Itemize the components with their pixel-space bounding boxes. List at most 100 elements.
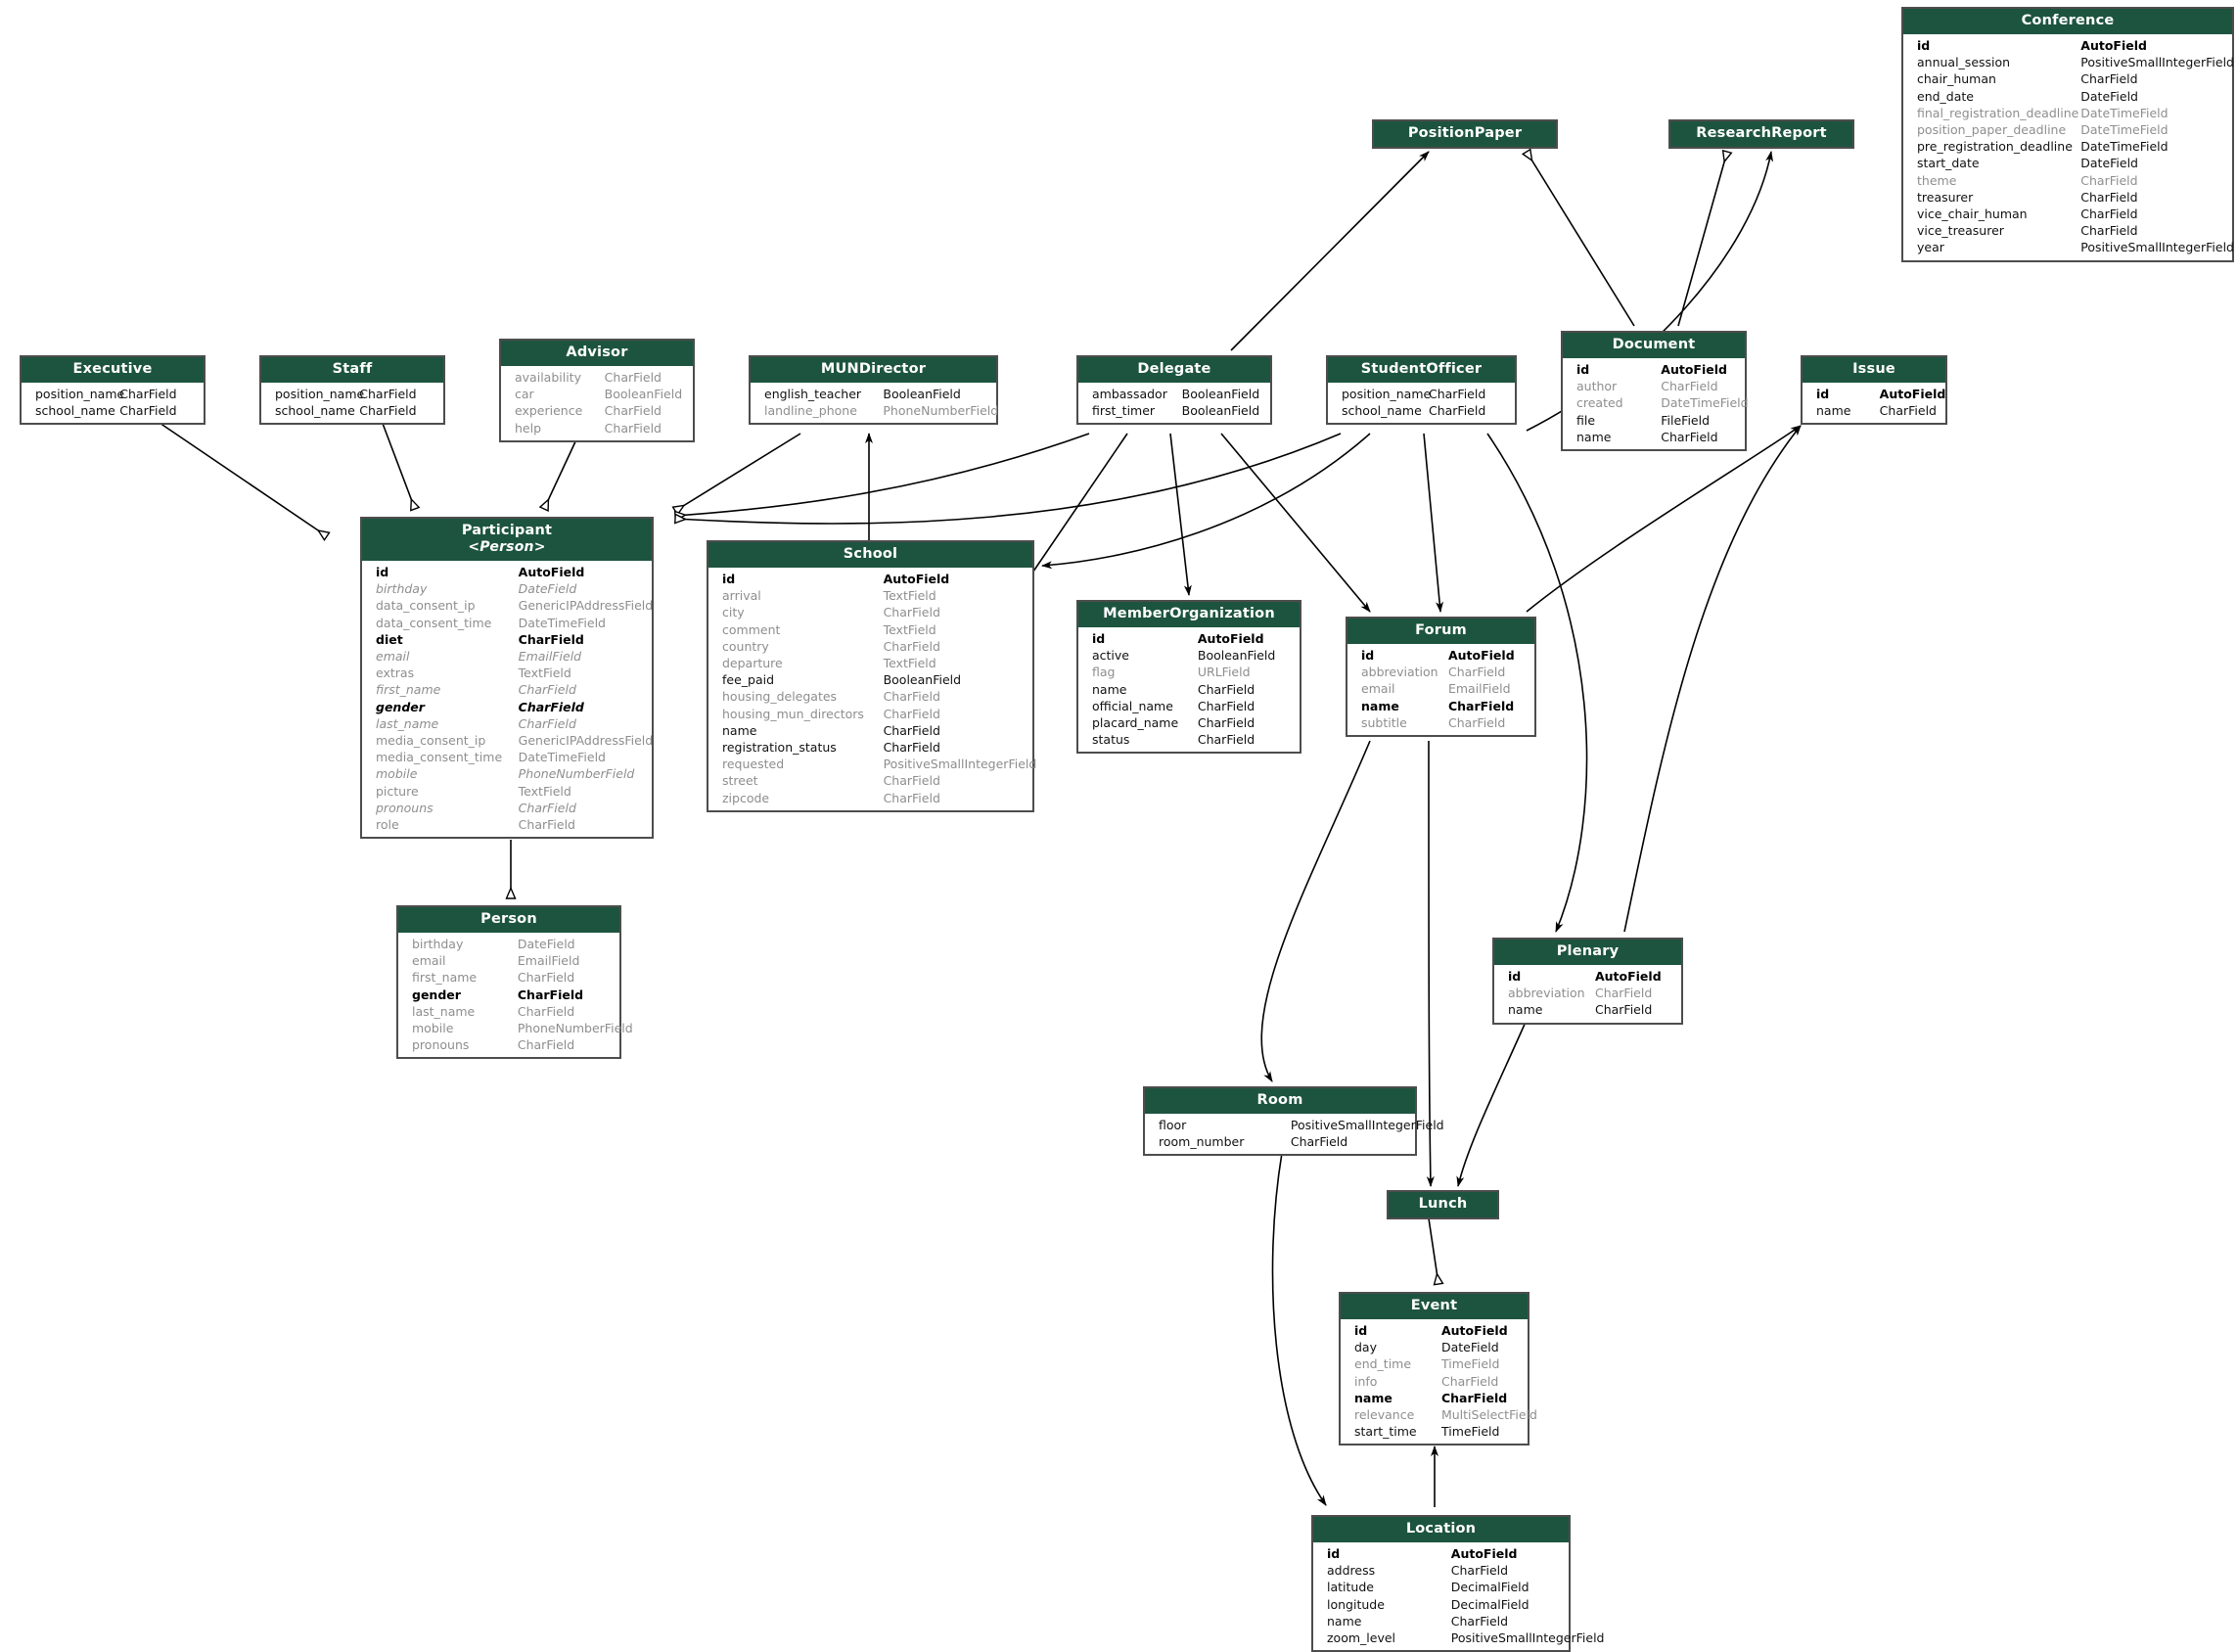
entity-lunch[interactable]: Lunch <box>1387 1190 1499 1219</box>
field-name: departure <box>722 656 783 671</box>
field-type: DateTimeField <box>518 615 606 630</box>
field-row: mobile PhoneNumberField <box>398 1020 633 1036</box>
entity-executive[interactable]: Executive position_name CharField school_na… <box>20 355 205 426</box>
entity-title-staff: Staff <box>261 357 443 383</box>
field-name: position_name <box>35 387 125 401</box>
field-name: street <box>722 773 758 789</box>
field-row: gender CharField <box>398 987 619 1003</box>
field-type: CharField <box>359 387 417 401</box>
field-type: AutoField <box>2080 38 2147 53</box>
relation-plenary-to-issue <box>1623 425 1802 933</box>
field-row: position_name CharField <box>22 386 204 402</box>
field-row: name CharField <box>1341 1390 1528 1406</box>
field-row: status CharField <box>1078 731 1300 748</box>
entity-researchreport[interactable]: ResearchReport <box>1668 119 1854 149</box>
field-row: name CharField <box>1563 429 1745 445</box>
field-row: email EmailField <box>362 648 652 665</box>
field-name: first_name <box>376 682 441 698</box>
field-type: AutoField <box>1440 1323 1508 1338</box>
field-row: position_name CharField <box>261 386 443 402</box>
entity-location[interactable]: Location id AutoField address CharField latit… <box>1311 1515 1605 1652</box>
field-row: year PositiveSmallIntegerField <box>1903 239 2234 255</box>
field-type: PositiveSmallIntegerField <box>883 757 1037 772</box>
field-name: city <box>722 605 745 620</box>
field-name: year <box>1917 240 1944 255</box>
entity-school[interactable]: School id AutoField arrival TextField city Cha… <box>707 540 1037 812</box>
entity-event[interactable]: Event id AutoField day DateField end_time Time… <box>1339 1292 1537 1446</box>
field-type: DecimalField <box>1450 1596 1529 1612</box>
field-name: name <box>1816 403 1851 419</box>
entity-document[interactable]: Document id AutoField author CharField create… <box>1561 331 1749 452</box>
field-row: city CharField <box>708 604 1032 620</box>
field-type: AutoField <box>1197 631 1264 646</box>
field-row: file FileField <box>1563 412 1745 429</box>
field-row: active BooleanField <box>1078 647 1300 664</box>
entity-title-location: Location <box>1313 1517 1569 1542</box>
field-name: english_teacher <box>764 387 862 401</box>
field-type: AutoField <box>883 572 950 586</box>
field-type: PositiveSmallIntegerField <box>2080 55 2234 70</box>
field-row: last_name CharField <box>362 715 652 732</box>
entity-positionpaper[interactable]: PositionPaper <box>1372 119 1558 149</box>
field-row: abbreviation CharField <box>1347 664 1534 680</box>
field-name: data_consent_time <box>376 615 492 630</box>
field-type: CharField <box>1197 715 1255 731</box>
field-type: CharField <box>518 800 576 815</box>
field-row: annual_session PositiveSmallIntegerField <box>1903 54 2234 70</box>
field-type: CharField <box>1428 403 1486 419</box>
entity-title-participant: Participant <Person> <box>362 519 652 561</box>
field-type: CharField <box>1879 403 1937 419</box>
field-type: CharField <box>1661 379 1718 394</box>
entity-title-executive: Executive <box>22 357 204 383</box>
field-name: day <box>1354 1340 1377 1355</box>
field-type: DateTimeField <box>2080 139 2169 155</box>
field-list-issue: id AutoField name CharField <box>1803 383 1945 423</box>
entity-memberorganization[interactable]: MemberOrganization id AutoField active Boole… <box>1076 600 1301 755</box>
entity-advisor[interactable]: Advisor availability CharField car BooleanFi… <box>499 339 695 442</box>
entity-conference[interactable]: Conference id AutoField annual_session Posit… <box>1901 7 2234 262</box>
entity-mundirector[interactable]: MUNDirector english_teacher BooleanField la… <box>749 355 998 426</box>
entity-issue[interactable]: Issue id AutoField name CharField <box>1801 355 1947 426</box>
field-type: DateField <box>2080 88 2138 104</box>
field-type: CharField <box>359 403 417 419</box>
field-type: CharField <box>604 370 662 385</box>
entity-title-main-participant: Participant <box>461 523 553 538</box>
entity-forum[interactable]: Forum id AutoField abbreviation CharField ema… <box>1346 617 1536 738</box>
field-row: end_date DateField <box>1903 88 2232 105</box>
entity-studentofficer[interactable]: StudentOfficer position_name CharField scho… <box>1326 355 1517 426</box>
entity-plenary[interactable]: Plenary id AutoField abbreviation CharField n… <box>1492 938 1683 1025</box>
entity-participant[interactable]: Participant <Person> id AutoField birthday Da… <box>360 517 654 840</box>
field-name: latitude <box>1327 1580 1374 1595</box>
field-type: DateTimeField <box>2080 122 2169 138</box>
field-type: CharField <box>517 987 584 1002</box>
relation-forum-to-room <box>1260 740 1371 1082</box>
field-type: DateTimeField <box>518 750 606 765</box>
relation-lunch-to-event <box>1428 1217 1438 1284</box>
field-row: id AutoField <box>1903 37 2232 54</box>
field-type: BooleanField <box>1181 403 1260 419</box>
field-name: end_date <box>1917 88 1974 104</box>
entity-room[interactable]: Room floor PositiveSmallIntegerField room_n… <box>1143 1086 1444 1157</box>
relation-delegate-to-forum <box>1220 433 1371 613</box>
field-name: role <box>376 817 399 833</box>
field-type: MultiSelectField <box>1440 1407 1537 1423</box>
field-name: help <box>515 420 542 436</box>
field-list-room: floor PositiveSmallIntegerField room_numbe… <box>1145 1114 1444 1154</box>
field-row: gender CharField <box>362 699 652 715</box>
field-row: picture TextField <box>362 783 652 800</box>
entity-staff[interactable]: Staff position_name CharField school_name Ch… <box>259 355 445 426</box>
entity-title-researchreport: ResearchReport <box>1670 121 1852 147</box>
field-name: file <box>1576 412 1596 428</box>
field-name: theme <box>1917 172 1957 188</box>
field-type: DateField <box>1440 1340 1499 1355</box>
field-name: name <box>1327 1613 1362 1629</box>
entity-title-delegate: Delegate <box>1078 357 1270 383</box>
field-list-location: id AutoField address CharField latitude Decim… <box>1313 1542 1605 1650</box>
field-row: data_consent_time DateTimeField <box>362 615 652 631</box>
entity-person[interactable]: Person birthday DateField email EmailField fi… <box>396 905 633 1060</box>
field-row: position_paper_deadline DateTimeField <box>1903 121 2232 138</box>
field-row: comment TextField <box>708 621 1032 638</box>
field-row: zipcode CharField <box>708 790 1032 806</box>
field-row: id AutoField <box>1347 647 1534 664</box>
entity-delegate[interactable]: Delegate ambassador BooleanField first_time… <box>1076 355 1272 426</box>
